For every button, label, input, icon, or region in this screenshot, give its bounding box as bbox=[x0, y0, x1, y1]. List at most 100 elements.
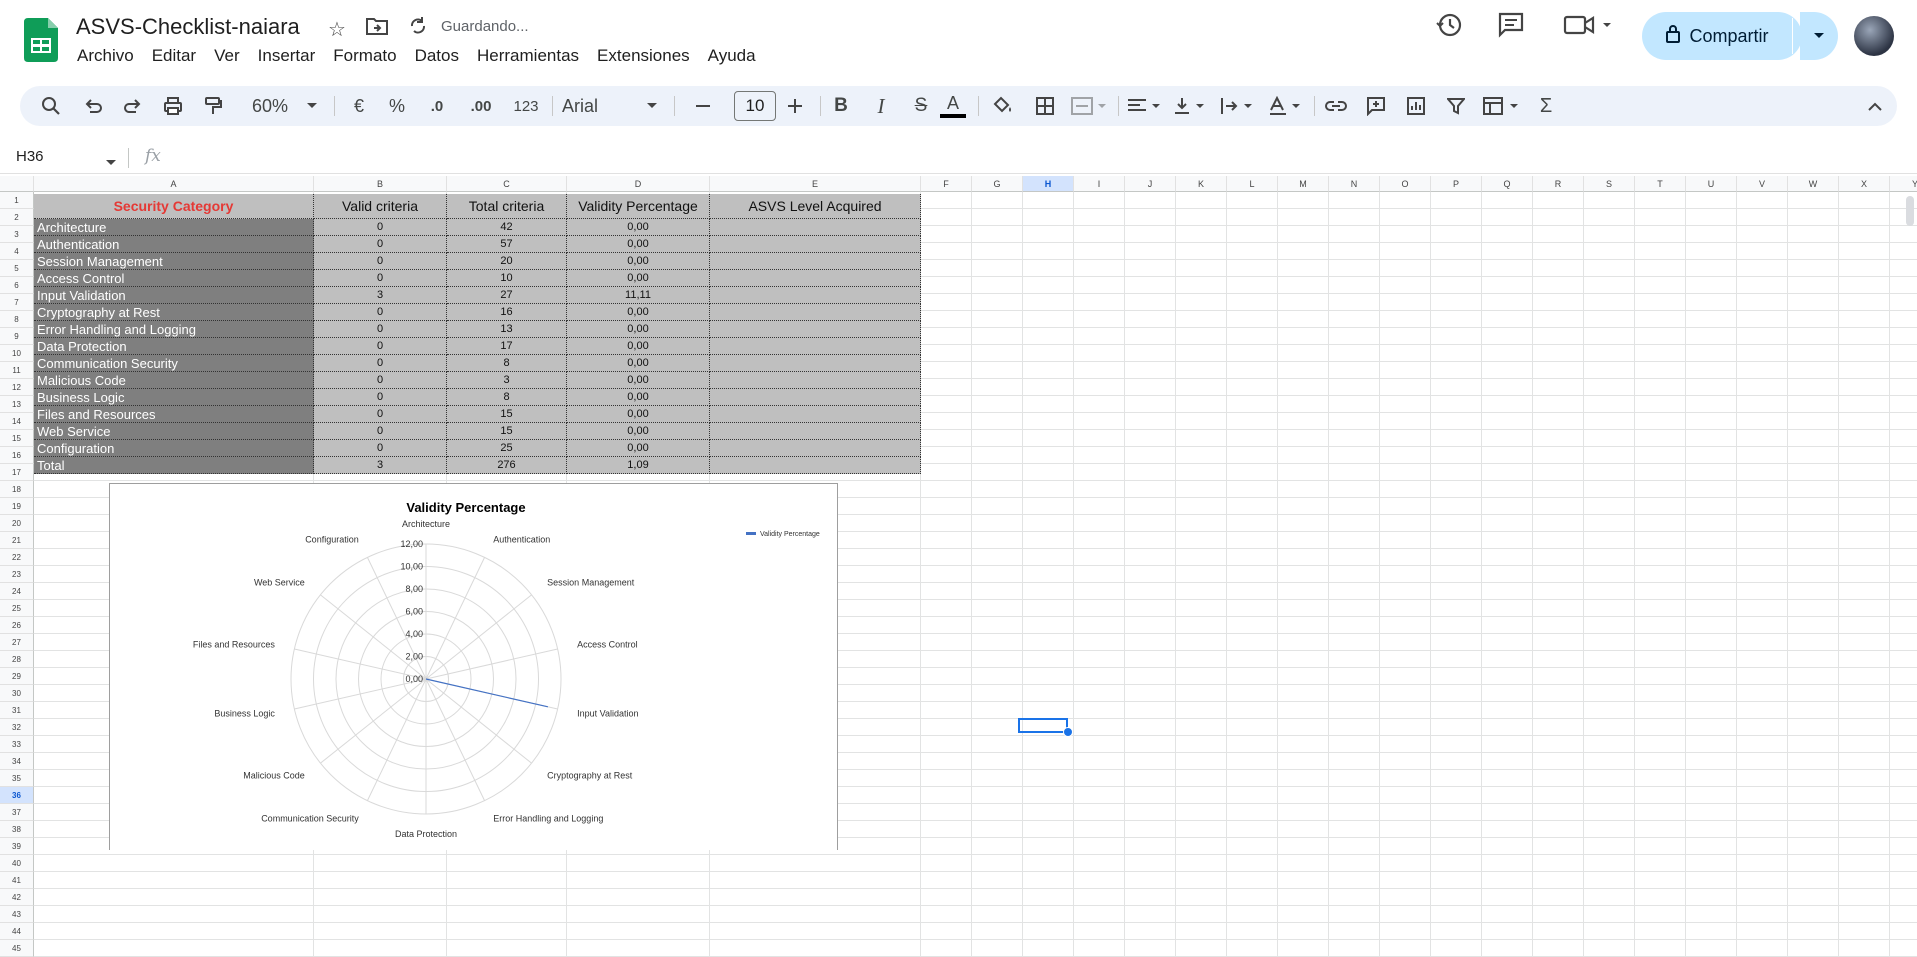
row-header-36[interactable]: 36 bbox=[0, 787, 34, 804]
column-header-l[interactable]: L bbox=[1227, 176, 1278, 192]
more-formats-button[interactable]: 123 bbox=[506, 86, 546, 126]
column-header-o[interactable]: O bbox=[1380, 176, 1431, 192]
column-header-a[interactable]: A bbox=[34, 176, 314, 192]
value-cell[interactable]: 0 bbox=[314, 321, 447, 338]
row-header-1[interactable]: 1 bbox=[0, 192, 34, 209]
table-header-4[interactable]: Validity Percentage bbox=[567, 194, 710, 219]
italic-button[interactable]: I bbox=[866, 86, 896, 126]
value-cell[interactable]: 3 bbox=[447, 372, 567, 389]
value-cell[interactable]: 3 bbox=[314, 457, 447, 474]
sheets-logo-icon[interactable] bbox=[24, 18, 58, 62]
currency-format-button[interactable]: € bbox=[346, 86, 372, 126]
menu-archivo[interactable]: Archivo bbox=[68, 44, 143, 68]
table-header-2[interactable]: Valid criteria bbox=[314, 194, 447, 219]
name-box[interactable]: H36 bbox=[16, 148, 44, 165]
fill-color-icon[interactable] bbox=[986, 86, 1020, 126]
zoom-dropdown-icon[interactable] bbox=[302, 86, 322, 126]
menu-insertar[interactable]: Insertar bbox=[249, 44, 325, 68]
redo-icon[interactable] bbox=[118, 86, 148, 126]
value-cell[interactable]: 8 bbox=[447, 389, 567, 406]
percent-format-button[interactable]: % bbox=[384, 86, 410, 126]
value-cell[interactable]: 0 bbox=[314, 423, 447, 440]
value-cell[interactable]: 0,00 bbox=[567, 270, 710, 287]
text-rotation-icon[interactable] bbox=[1266, 86, 1306, 126]
insert-comment-icon[interactable] bbox=[1360, 86, 1392, 126]
menu-datos[interactable]: Datos bbox=[406, 44, 468, 68]
row-header-39[interactable]: 39 bbox=[0, 838, 34, 855]
horizontal-align-icon[interactable] bbox=[1124, 86, 1164, 126]
value-cell[interactable]: 11,11 bbox=[567, 287, 710, 304]
value-cell[interactable]: 0,00 bbox=[567, 406, 710, 423]
category-cell[interactable]: Files and Resources bbox=[34, 406, 314, 423]
value-cell[interactable]: 0,00 bbox=[567, 423, 710, 440]
value-cell[interactable]: 0 bbox=[314, 389, 447, 406]
filter-icon[interactable] bbox=[1440, 86, 1472, 126]
row-header-31[interactable]: 31 bbox=[0, 702, 34, 719]
value-cell[interactable]: 3 bbox=[314, 287, 447, 304]
bold-button[interactable]: B bbox=[826, 86, 856, 126]
category-cell[interactable]: Cryptography at Rest bbox=[34, 304, 314, 321]
value-cell[interactable]: 0,00 bbox=[567, 321, 710, 338]
row-header-4[interactable]: 4 bbox=[0, 243, 34, 260]
value-cell[interactable]: 0 bbox=[314, 406, 447, 423]
select-all-corner[interactable] bbox=[0, 176, 34, 192]
column-header-d[interactable]: D bbox=[567, 176, 710, 192]
vertical-align-icon[interactable] bbox=[1170, 86, 1210, 126]
value-cell[interactable] bbox=[710, 372, 921, 389]
filter-views-icon[interactable] bbox=[1480, 86, 1524, 126]
merge-cells-icon[interactable] bbox=[1068, 86, 1112, 126]
row-header-27[interactable]: 27 bbox=[0, 634, 34, 651]
row-header-28[interactable]: 28 bbox=[0, 651, 34, 668]
column-header-w[interactable]: W bbox=[1788, 176, 1839, 192]
value-cell[interactable] bbox=[710, 440, 921, 457]
print-icon[interactable] bbox=[158, 86, 188, 126]
value-cell[interactable] bbox=[710, 457, 921, 474]
value-cell[interactable] bbox=[710, 270, 921, 287]
value-cell[interactable] bbox=[710, 423, 921, 440]
value-cell[interactable]: 25 bbox=[447, 440, 567, 457]
row-header-19[interactable]: 19 bbox=[0, 498, 34, 515]
row-header-45[interactable]: 45 bbox=[0, 940, 34, 957]
column-header-c[interactable]: C bbox=[447, 176, 567, 192]
value-cell[interactable]: 8 bbox=[447, 355, 567, 372]
row-header-2[interactable]: 2 bbox=[0, 209, 34, 226]
vertical-scrollbar[interactable] bbox=[1906, 196, 1914, 226]
functions-button[interactable]: Σ bbox=[1530, 86, 1562, 126]
value-cell[interactable]: 20 bbox=[447, 253, 567, 270]
value-cell[interactable]: 0,00 bbox=[567, 219, 710, 236]
column-header-t[interactable]: T bbox=[1635, 176, 1686, 192]
value-cell[interactable] bbox=[710, 321, 921, 338]
value-cell[interactable]: 0,00 bbox=[567, 389, 710, 406]
value-cell[interactable] bbox=[710, 287, 921, 304]
decrease-decimal-button[interactable]: .0 bbox=[422, 86, 452, 126]
document-title[interactable]: ASVS-Checklist-naiara bbox=[76, 14, 300, 40]
column-header-k[interactable]: K bbox=[1176, 176, 1227, 192]
column-header-m[interactable]: M bbox=[1278, 176, 1329, 192]
paint-format-icon[interactable] bbox=[198, 86, 228, 126]
row-header-40[interactable]: 40 bbox=[0, 855, 34, 872]
strikethrough-button[interactable]: S bbox=[906, 86, 936, 126]
row-header-17[interactable]: 17 bbox=[0, 464, 34, 481]
row-header-20[interactable]: 20 bbox=[0, 515, 34, 532]
value-cell[interactable]: 0 bbox=[314, 270, 447, 287]
column-header-b[interactable]: B bbox=[314, 176, 447, 192]
value-cell[interactable]: 0 bbox=[314, 236, 447, 253]
column-header-g[interactable]: G bbox=[972, 176, 1023, 192]
value-cell[interactable]: 0,00 bbox=[567, 236, 710, 253]
value-cell[interactable]: 0 bbox=[314, 338, 447, 355]
move-folder-icon[interactable] bbox=[365, 17, 388, 41]
value-cell[interactable]: 0 bbox=[314, 219, 447, 236]
search-icon[interactable] bbox=[36, 86, 66, 126]
row-header-44[interactable]: 44 bbox=[0, 923, 34, 940]
category-cell[interactable]: Access Control bbox=[34, 270, 314, 287]
radar-chart[interactable]: Architecture Authentication Session Manage… bbox=[109, 483, 838, 850]
value-cell[interactable]: 0,00 bbox=[567, 338, 710, 355]
value-cell[interactable] bbox=[710, 406, 921, 423]
borders-icon[interactable] bbox=[1030, 86, 1060, 126]
comments-icon[interactable] bbox=[1496, 10, 1526, 40]
row-header-42[interactable]: 42 bbox=[0, 889, 34, 906]
value-cell[interactable]: 15 bbox=[447, 423, 567, 440]
value-cell[interactable]: 57 bbox=[447, 236, 567, 253]
row-header-15[interactable]: 15 bbox=[0, 430, 34, 447]
column-header-x[interactable]: X bbox=[1839, 176, 1890, 192]
